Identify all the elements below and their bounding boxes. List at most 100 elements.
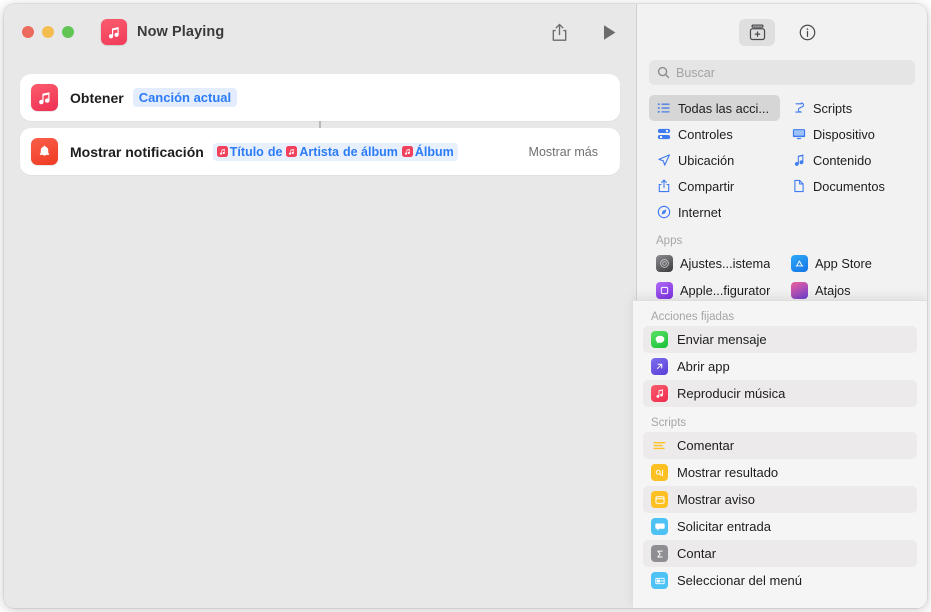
safari-compass-icon <box>656 205 671 220</box>
choose-menu-icon <box>651 572 668 589</box>
list-item-count[interactable]: Contar <box>643 540 917 567</box>
search-input[interactable]: Buscar <box>649 60 915 85</box>
sidebar-item-label: Controles <box>678 126 733 142</box>
sidebar-item-all-actions[interactable]: Todas las acci... <box>649 95 780 121</box>
list-item-label: Mostrar resultado <box>677 465 779 480</box>
variable-label: Título <box>229 144 264 159</box>
titlebar: Now Playing <box>4 4 636 60</box>
list-item-label: Solicitar entrada <box>677 519 771 534</box>
share-icon <box>656 179 671 194</box>
sidebar-item-location[interactable]: Ubicación <box>649 147 780 173</box>
app-item-app-store[interactable]: App Store <box>784 250 915 277</box>
open-app-icon <box>651 358 668 375</box>
joiner-text-de: de <box>267 144 283 159</box>
sidebar-item-label: Contenido <box>813 152 872 168</box>
titlebar-actions <box>546 4 622 60</box>
controls-icon <box>656 127 671 142</box>
list-item-label: Enviar mensaje <box>677 332 767 347</box>
apps-section-header: Apps <box>656 235 683 247</box>
music-note-icon <box>791 153 806 168</box>
list-item-play-music[interactable]: Reproducir música <box>643 380 917 407</box>
app-label: Ajustes...istema <box>680 256 771 271</box>
show-more-button[interactable]: Mostrar más <box>529 145 598 159</box>
variable-label: Álbum <box>414 144 454 159</box>
play-icon[interactable] <box>596 19 622 45</box>
show-result-icon <box>651 464 668 481</box>
list-item-label: Contar <box>677 546 717 561</box>
sidebar-item-documents[interactable]: Documentos <box>784 173 915 199</box>
notification-parameters[interactable]: Título de Artista de álbum Álbum <box>212 142 458 161</box>
page-title: Now Playing <box>137 24 225 40</box>
sidebar-item-label: Compartir <box>678 178 735 194</box>
variable-token-titulo[interactable]: Título <box>216 144 264 159</box>
list-item-label: Reproducir música <box>677 386 786 401</box>
app-item-system-settings[interactable]: Ajustes...istema <box>649 250 780 277</box>
share-icon[interactable] <box>546 19 572 45</box>
app-store-icon <box>791 255 808 272</box>
app-label: Apple...figurator <box>680 283 771 298</box>
comment-lines-icon <box>651 437 668 454</box>
ask-input-icon <box>651 518 668 535</box>
music-app-icon <box>31 84 58 111</box>
shortcuts-icon <box>791 282 808 299</box>
traffic-lights <box>22 26 74 38</box>
app-label: App Store <box>815 256 872 271</box>
shortcuts-window: Now Playing Obtener Canción actual Mostr… <box>4 4 927 608</box>
close-button[interactable] <box>22 26 34 38</box>
sidebar-item-controls[interactable]: Controles <box>649 121 780 147</box>
action-library-icon[interactable] <box>739 18 775 46</box>
joiner-text-de-album: de álbum <box>343 144 398 159</box>
variable-label: Artista <box>299 144 339 159</box>
list-item-show-alert[interactable]: Mostrar aviso <box>643 486 917 513</box>
sidebar-item-device[interactable]: Dispositivo <box>784 121 915 147</box>
action-row-get-current-song[interactable]: Obtener Canción actual <box>20 74 620 121</box>
search-icon <box>657 66 670 79</box>
sidebar-item-media[interactable]: Contenido <box>784 147 915 173</box>
music-note-icon <box>651 385 668 402</box>
list-item-ask-for-input[interactable]: Solicitar entrada <box>643 513 917 540</box>
variable-token-album[interactable]: Álbum <box>401 144 454 159</box>
display-icon <box>791 127 806 142</box>
sidebar-item-label: Scripts <box>813 100 853 116</box>
list-item-label: Mostrar aviso <box>677 492 756 507</box>
music-note-icon <box>286 146 298 157</box>
list-item-comment[interactable]: Comentar <box>643 432 917 459</box>
sidebar-item-label: Internet <box>678 204 722 220</box>
music-note-icon <box>101 19 127 45</box>
apps-grid: Ajustes...istema App Store Apple...figur… <box>637 250 927 304</box>
pinned-actions-header: Acciones fijadas <box>651 311 735 323</box>
search-placeholder: Buscar <box>676 65 715 80</box>
apple-configurator-icon <box>656 282 673 299</box>
action-row-show-notification[interactable]: Mostrar notificación Título de Artista d… <box>20 128 620 175</box>
list-item-show-result[interactable]: Mostrar resultado <box>643 459 917 486</box>
sidebar-toolbar <box>637 4 927 60</box>
parameter-token-current-song[interactable]: Canción actual <box>132 88 238 107</box>
scripts-icon <box>791 101 806 116</box>
sidebar-item-label: Dispositivo <box>813 126 875 142</box>
minimize-button[interactable] <box>42 26 54 38</box>
action-suggestions-popover: Acciones fijadas Enviar mensaje Abrir ap… <box>633 300 927 608</box>
action-label: Mostrar notificación <box>70 143 204 160</box>
list-item-choose-from-menu[interactable]: Seleccionar del menú <box>643 567 917 594</box>
notification-bell-icon <box>31 138 58 165</box>
sigma-count-icon <box>651 545 668 562</box>
sidebar-item-scripts[interactable]: Scripts <box>784 95 915 121</box>
list-item-label: Comentar <box>677 438 735 453</box>
category-grid: Todas las acci... Scripts Controles Disp… <box>637 95 927 225</box>
action-label: Obtener <box>70 89 124 106</box>
music-note-icon <box>216 146 228 157</box>
list-item-open-app[interactable]: Abrir app <box>643 353 917 380</box>
sidebar-item-sharing[interactable]: Compartir <box>649 173 780 199</box>
list-item-label: Abrir app <box>677 359 730 374</box>
sidebar-item-label: Documentos <box>813 178 885 194</box>
document-icon <box>791 179 806 194</box>
show-alert-icon <box>651 491 668 508</box>
info-circle-icon[interactable] <box>789 19 825 46</box>
sidebar-item-web[interactable]: Internet <box>649 199 780 225</box>
list-item-label: Seleccionar del menú <box>677 573 803 588</box>
variable-token-artista[interactable]: Artista <box>286 145 339 159</box>
messages-icon <box>651 331 668 348</box>
list-item-send-message[interactable]: Enviar mensaje <box>643 326 917 353</box>
maximize-button[interactable] <box>62 26 74 38</box>
scripts-section-header: Scripts <box>651 417 687 429</box>
